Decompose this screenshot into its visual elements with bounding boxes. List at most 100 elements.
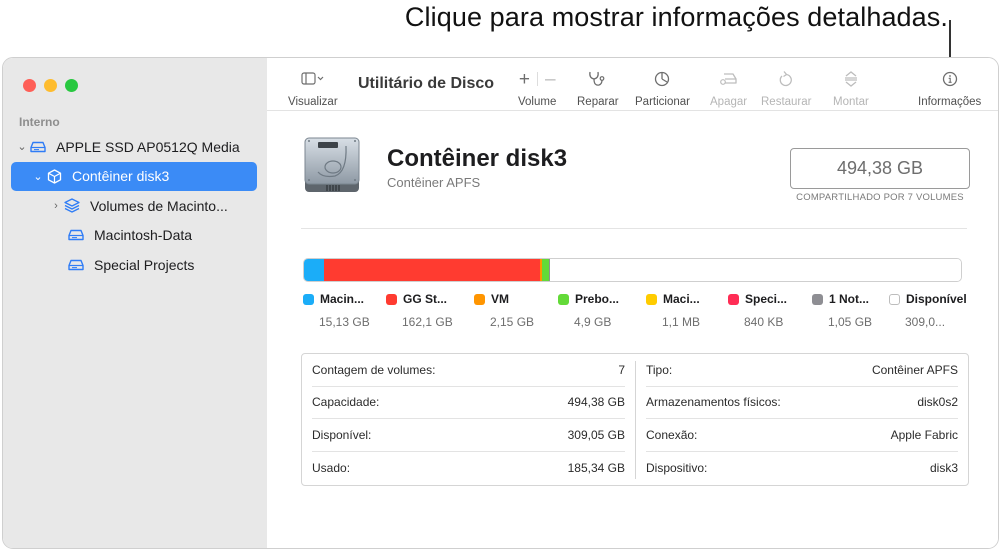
info-value: disk0s2 [917,395,958,410]
hard-drive-icon [304,137,360,192]
volume-label: Volume [518,96,557,108]
info-value: Contêiner APFS [871,362,958,377]
info-button[interactable]: Informações [918,58,981,111]
volume-stack-icon [63,198,81,214]
usage-segment [550,259,961,281]
sidebar-item-macintosh-volumes[interactable]: › Volumes de Macinto... [11,191,257,221]
legend-name: 1 Not... [829,292,870,306]
legend-swatch [474,294,485,305]
legend-name: VM [491,292,509,306]
legend-swatch [303,294,314,305]
sidebar-item-special-projects[interactable]: Special Projects [11,250,257,280]
internal-drive-icon [29,139,47,155]
info-row-connection: Conexão: Apple Fabric [646,419,958,452]
legend-value: 1,05 GB [828,315,873,329]
erase-drive-icon [719,68,739,90]
legend-item: VM 2,15 GB [474,292,558,332]
info-label: Disponível: [312,427,372,442]
device-tree: ⌄ APPLE SSD AP0512Q Media ⌄ Contêiner di… [11,132,257,280]
info-label: Contagem de volumes: [312,362,436,377]
restore-button[interactable]: Restaurar [761,58,812,111]
mount-label: Montar [833,96,869,108]
legend-value: 2,15 GB [490,315,535,329]
info-row-type: Tipo: Contêiner APFS [646,354,958,387]
info-value: 185,34 GB [567,460,625,475]
info-value: 7 [618,362,625,377]
legend-name: Speci... [745,292,788,306]
legend-value: 1,1 MB [662,315,701,329]
info-label: Usado: [312,460,351,475]
legend-item: Speci... 840 KB [728,292,812,332]
legend-swatch [386,294,397,305]
window-controls [23,79,78,92]
info-icon [942,68,958,90]
info-label: Capacidade: [312,395,380,410]
restore-arrow-icon [778,68,794,90]
erase-button[interactable]: Apagar [710,58,747,111]
sidebar: Interno ⌄ APPLE SSD AP0512Q Media ⌄ Cont… [3,58,267,548]
close-button[interactable] [23,79,36,92]
partition-button[interactable]: Particionar [635,58,690,111]
legend-value: 309,0... [905,315,946,329]
info-row-volume-count: Contagem de volumes: 7 [312,354,625,387]
legend-name: Prebo... [575,292,620,306]
repair-button[interactable]: Reparar [577,58,619,111]
repair-label: Reparar [577,96,619,108]
info-row-capacity: Capacidade: 494,38 GB [312,387,625,419]
sidebar-item-apple-ssd[interactable]: ⌄ APPLE SSD AP0512Q Media [11,132,257,162]
container-cube-icon [45,168,63,184]
partition-label: Particionar [635,96,690,108]
partition-pie-icon [654,68,670,90]
main-panel: Visualizar Utilitário de Disco + – Volum… [267,58,998,548]
usage-segment [324,259,540,281]
legend-item: Prebo... 4,9 GB [558,292,646,332]
legend-name: Maci... [663,292,700,306]
sidebar-item-label: Volumes de Macinto... [90,197,228,214]
info-value: disk3 [929,460,958,475]
view-button[interactable]: Visualizar [288,58,338,111]
volume-drive-icon [67,257,85,273]
info-value: Apple Fabric [890,427,958,442]
sidebar-item-container-disk3[interactable]: ⌄ Contêiner disk3 [11,161,257,191]
mount-button[interactable]: Montar [833,58,869,111]
volume-drive-icon [67,227,85,243]
sidebar-item-label: APPLE SSD AP0512Q Media [56,138,240,155]
legend-item: GG St... 162,1 GB [386,292,474,332]
sidebar-item-label: Macintosh-Data [94,227,193,244]
legend-name: GG St... [403,292,448,306]
info-row-used: Usado: 185,34 GB [312,452,625,485]
mount-icon [843,68,859,90]
legend-swatch [646,294,657,305]
disk-subtitle: Contêiner APFS [387,175,481,190]
chevron-right-icon[interactable]: › [49,200,63,212]
sidebar-toggle-icon [301,68,325,90]
info-row-device: Dispositivo: disk3 [646,452,958,485]
view-label: Visualizar [288,96,338,108]
remove-volume-button[interactable]: – [545,70,556,89]
header-divider [301,228,967,229]
legend-item: 1 Not... 1,05 GB [812,292,889,332]
legend-value: 15,13 GB [319,315,370,329]
sidebar-section-internal: Interno [19,115,60,129]
zoom-button[interactable] [65,79,78,92]
volume-button-group: + – Volume [518,58,556,111]
capacity-box: 494,38 GB [790,148,970,189]
info-label: Tipo: [646,362,673,377]
chevron-down-icon[interactable]: ⌄ [31,170,45,183]
chevron-down-icon[interactable]: ⌄ [15,140,29,153]
legend-swatch [558,294,569,305]
sidebar-item-macintosh-data[interactable]: Macintosh-Data [11,221,257,251]
add-volume-button[interactable]: + [519,70,530,89]
info-column-left: Contagem de volumes: 7 Capacidade: 494,3… [302,354,635,485]
legend-swatch [812,294,823,305]
stethoscope-icon [588,68,608,90]
usage-legend: Macin... 15,13 GB GG St... 162,1 GB VM 2,15 G… [303,292,967,332]
legend-name: Macin... [320,292,365,306]
sidebar-item-label: Special Projects [94,256,195,273]
info-row-physical-stores: Armazenamentos físicos: disk0s2 [646,387,958,419]
erase-label: Apagar [710,96,748,108]
info-label: Conexão: [646,427,698,442]
minimize-button[interactable] [44,79,57,92]
legend-value: 162,1 GB [402,315,453,329]
disk-utility-window: Interno ⌄ APPLE SSD AP0512Q Media ⌄ Cont… [2,57,999,549]
